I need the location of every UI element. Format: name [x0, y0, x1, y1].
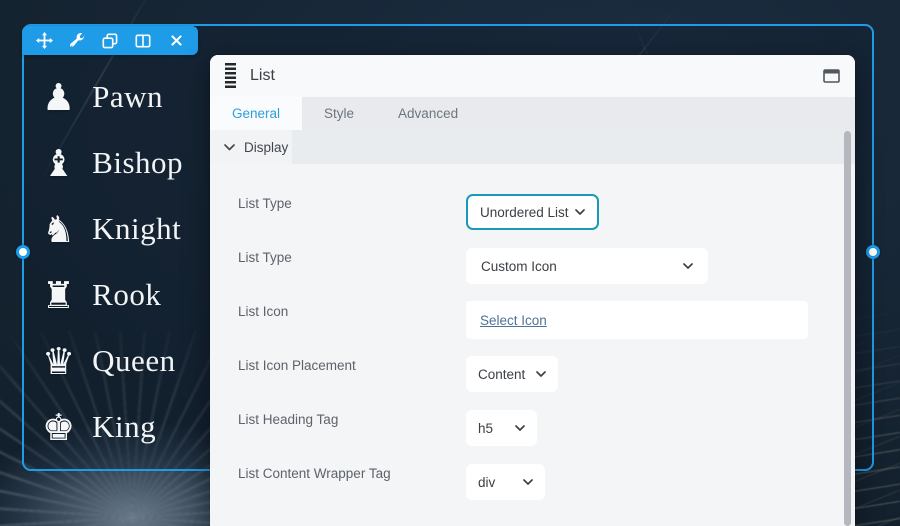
- icon-placement-select[interactable]: Content: [466, 356, 558, 392]
- drag-handle-icon[interactable]: [225, 63, 236, 90]
- element-toolbar: [22, 26, 198, 55]
- chevron-down-icon: [515, 424, 525, 432]
- select-value: Unordered List: [480, 204, 569, 220]
- window-dock-icon[interactable]: [822, 68, 840, 84]
- list-item: ♞ Knight: [42, 196, 183, 262]
- panel-header: List: [210, 55, 855, 97]
- list-item-label: Bishop: [92, 145, 184, 180]
- columns-icon[interactable]: [130, 28, 156, 54]
- field-list-type-2: List Type Custom Icon: [210, 239, 855, 293]
- heading-tag-select[interactable]: h5: [466, 410, 537, 446]
- field-label: List Content Wrapper Tag: [238, 465, 391, 481]
- chess-pawn-icon: ♟: [42, 75, 76, 119]
- fields-area: List Type Unordered List List Type Custo…: [210, 164, 855, 509]
- chevron-down-icon: [683, 262, 693, 270]
- list-item: ♚ King: [42, 394, 183, 460]
- settings-panel: List General Style Advanced Display List…: [210, 55, 855, 526]
- section-display[interactable]: Display: [210, 130, 855, 164]
- field-label: List Type: [238, 195, 292, 211]
- tab-style[interactable]: Style: [302, 97, 376, 130]
- wrapper-tag-select[interactable]: div: [466, 464, 545, 500]
- list-widget[interactable]: ♟ Pawn ♝ Bishop ♞ Knight ♜ Rook ♛ Queen …: [42, 64, 183, 460]
- field-heading-tag: List Heading Tag h5: [210, 401, 855, 455]
- close-icon[interactable]: [163, 28, 189, 54]
- list-item: ♛ Queen: [42, 328, 183, 394]
- field-icon-placement: List Icon Placement Content: [210, 347, 855, 401]
- wrench-icon[interactable]: [64, 28, 90, 54]
- panel-title: List: [250, 67, 275, 84]
- field-label: List Icon: [238, 303, 289, 319]
- select-value: Content: [478, 366, 526, 382]
- list-item-label: Pawn: [92, 79, 164, 114]
- field-list-type-1: List Type Unordered List: [210, 185, 855, 239]
- panel-scrollbar[interactable]: [844, 131, 851, 526]
- select-value: h5: [478, 420, 494, 436]
- chess-king-icon: ♚: [42, 405, 76, 449]
- select-icon-link[interactable]: Select Icon: [480, 313, 547, 328]
- icon-picker-box: Select Icon: [466, 301, 808, 339]
- field-label: List Heading Tag: [238, 411, 339, 427]
- section-label: Display: [244, 139, 289, 155]
- chevron-down-icon: [224, 143, 235, 150]
- selection-handle-right[interactable]: [866, 245, 880, 259]
- tab-advanced[interactable]: Advanced: [376, 97, 480, 130]
- list-type-select[interactable]: Unordered List: [466, 194, 599, 230]
- list-item: ♜ Rook: [42, 262, 183, 328]
- list-item-label: King: [92, 409, 157, 444]
- chess-rook-icon: ♜: [42, 273, 76, 317]
- clone-icon[interactable]: [97, 28, 123, 54]
- field-label: List Type: [238, 249, 292, 265]
- select-value: div: [478, 474, 496, 490]
- field-label: List Icon Placement: [238, 357, 356, 373]
- chevron-down-icon: [536, 370, 546, 378]
- list-item-label: Rook: [92, 277, 162, 312]
- tab-general[interactable]: General: [210, 97, 303, 130]
- list-item: ♟ Pawn: [42, 64, 183, 130]
- list-item: ♝ Bishop: [42, 130, 183, 196]
- chess-knight-icon: ♞: [42, 207, 76, 251]
- chevron-down-icon: [523, 478, 533, 486]
- select-value: Custom Icon: [481, 258, 557, 274]
- chess-bishop-icon: ♝: [42, 141, 76, 185]
- panel-tabs: General Style Advanced: [210, 97, 855, 130]
- field-wrapper-tag: List Content Wrapper Tag div: [210, 455, 855, 509]
- icon-type-select[interactable]: Custom Icon: [466, 248, 708, 284]
- chess-queen-icon: ♛: [42, 339, 76, 383]
- field-list-icon: List Icon Select Icon: [210, 293, 855, 347]
- move-icon[interactable]: [31, 28, 57, 54]
- editor-canvas: ♟ Pawn ♝ Bishop ♞ Knight ♜ Rook ♛ Queen …: [0, 0, 900, 526]
- list-item-label: Knight: [92, 211, 182, 246]
- list-item-label: Queen: [92, 343, 176, 378]
- chevron-down-icon: [575, 208, 585, 216]
- selection-handle-left[interactable]: [16, 245, 30, 259]
